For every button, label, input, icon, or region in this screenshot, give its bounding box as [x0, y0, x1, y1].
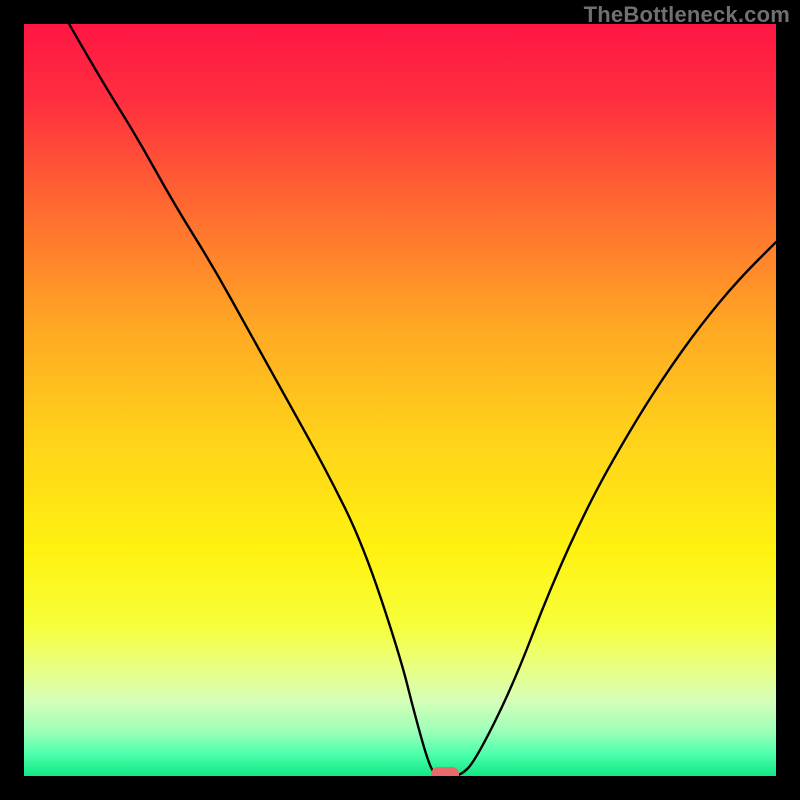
chart-frame: TheBottleneck.com [0, 0, 800, 800]
optimal-marker [431, 767, 459, 776]
watermark-text: TheBottleneck.com [584, 2, 790, 28]
bottleneck-chart [24, 24, 776, 776]
plot-area [24, 24, 776, 776]
